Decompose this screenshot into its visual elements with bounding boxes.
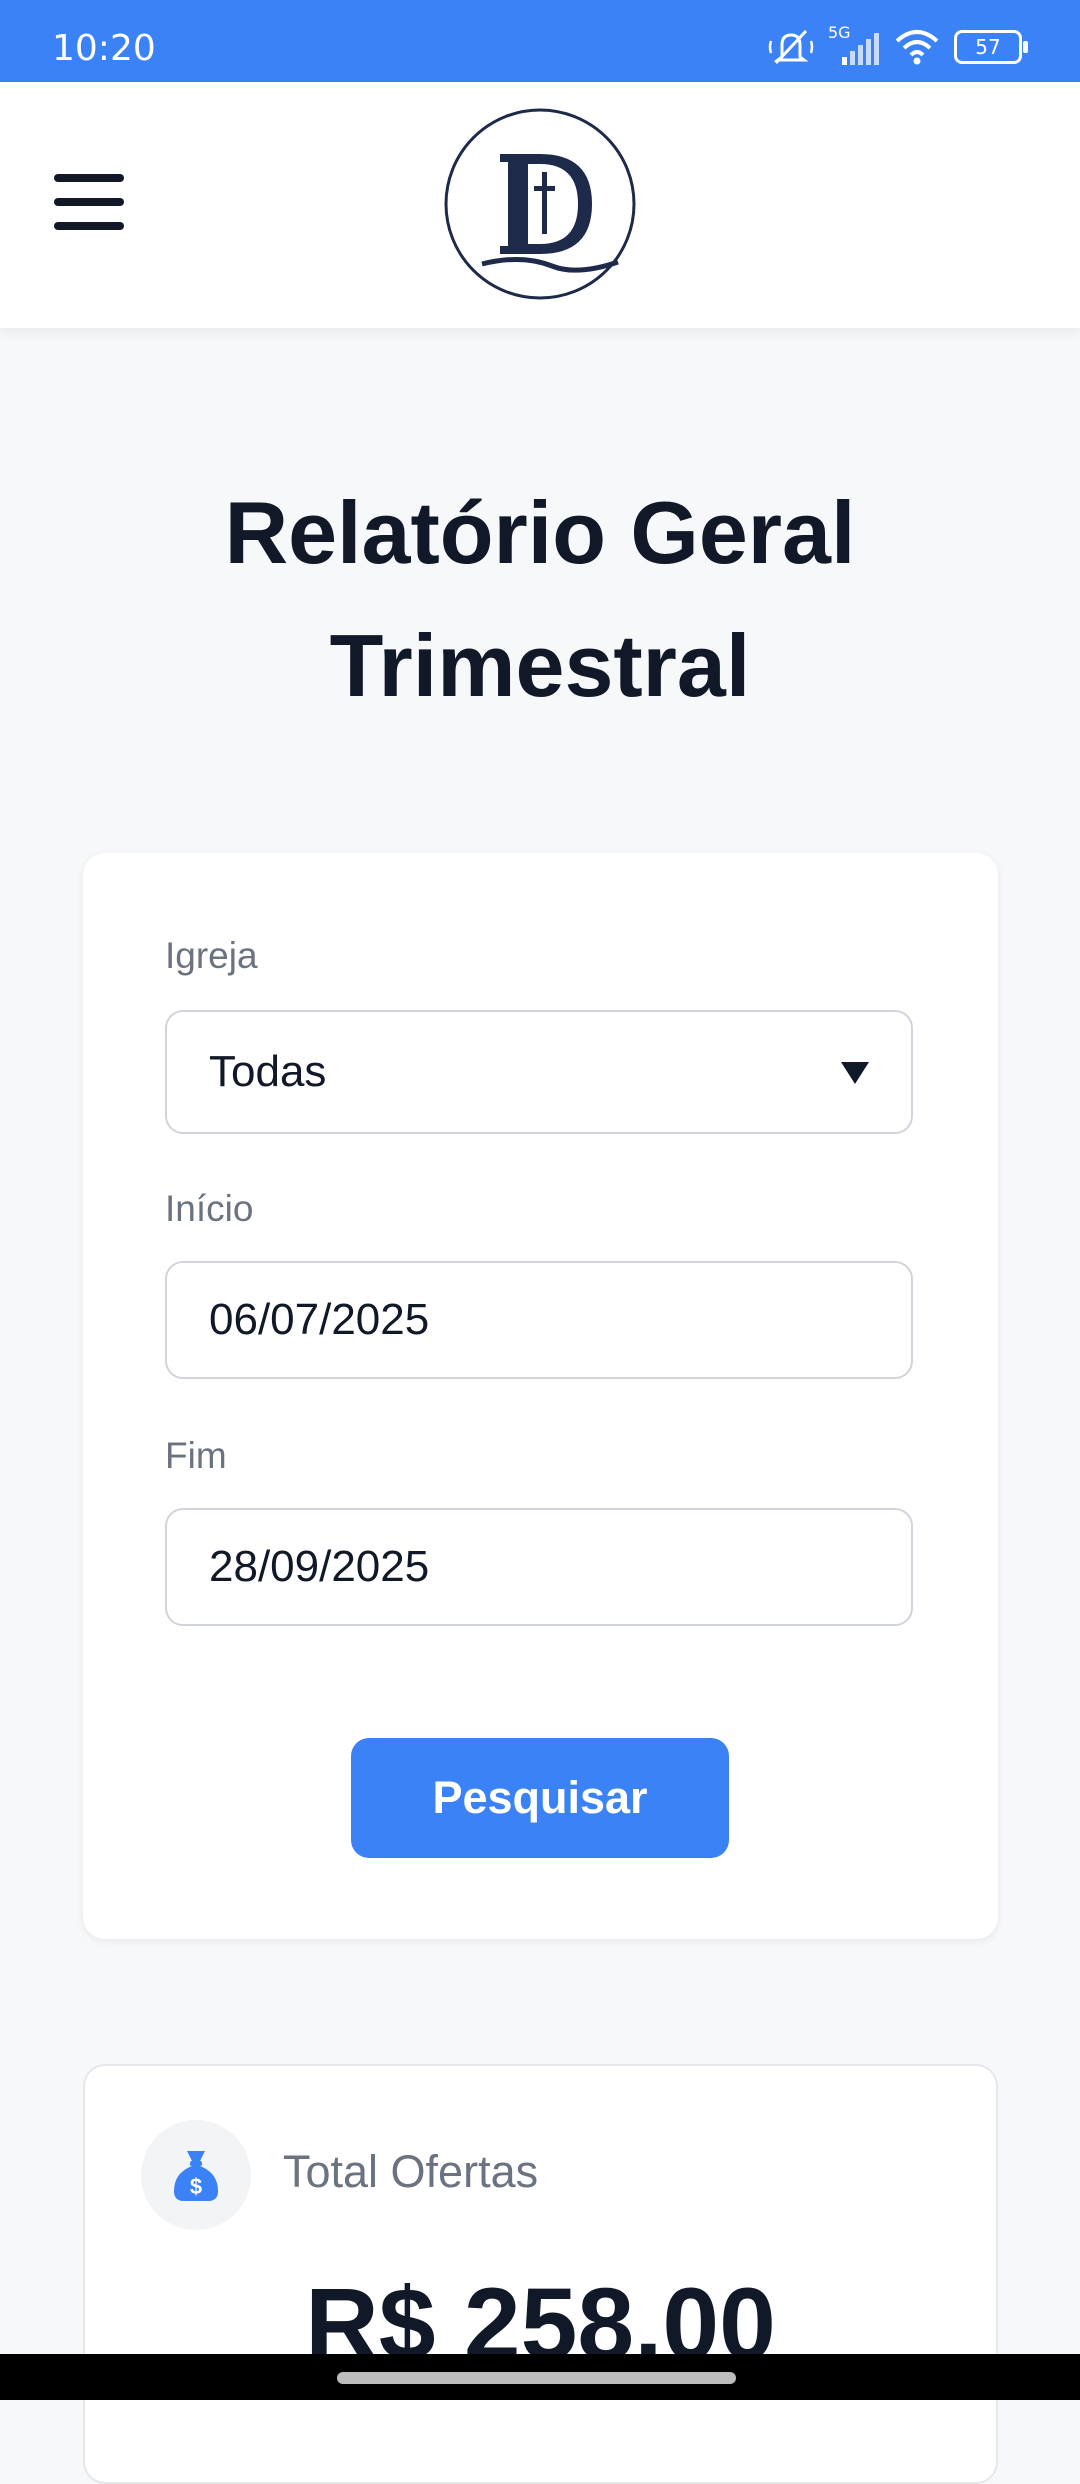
page-title-line-1: Relatório Geral <box>224 483 856 582</box>
wifi-icon <box>895 30 939 65</box>
svg-text:$: $ <box>190 2174 202 2199</box>
mute-icon <box>768 29 814 65</box>
search-button[interactable]: Pesquisar <box>351 1738 729 1858</box>
filter-card: Igreja Todas Início 06/07/2025 Fim 28/09… <box>83 853 998 1939</box>
page-title-line-2: Trimestral <box>329 616 751 715</box>
status-time: 10:20 <box>52 28 156 69</box>
page-title: Relatório Geral Trimestral <box>90 466 990 732</box>
money-bag-icon: $ <box>174 2151 218 2201</box>
church-label: Igreja <box>165 935 258 976</box>
total-offerings-card: $ Total Ofertas R$ 258,00 <box>83 2064 998 2484</box>
app-header <box>0 82 1080 328</box>
home-gesture-handle[interactable] <box>337 2372 736 2384</box>
start-date-value: 06/07/2025 <box>209 1295 430 1344</box>
status-bar: 10:20 5G 57 <box>0 0 1080 82</box>
end-date-input[interactable]: 28/09/2025 <box>165 1508 913 1626</box>
hamburger-menu-icon[interactable] <box>54 174 124 230</box>
end-date-label: Fim <box>165 1435 227 1476</box>
dropdown-arrow-icon <box>841 1062 869 1084</box>
start-date-label: Início <box>165 1188 254 1229</box>
signal-icon: 5G <box>828 23 880 67</box>
church-logo-icon <box>444 108 636 300</box>
total-offerings-label: Total Ofertas <box>283 2146 539 2197</box>
end-date-value: 28/09/2025 <box>209 1542 430 1591</box>
battery-icon: 57 <box>954 30 1028 64</box>
money-bag-icon-container: $ <box>141 2120 251 2230</box>
system-navigation-bar <box>0 2354 1080 2400</box>
status-icons: 5G 57 <box>768 23 1028 68</box>
church-select-value: Todas <box>209 1047 327 1096</box>
start-date-input[interactable]: 06/07/2025 <box>165 1261 913 1379</box>
church-select[interactable]: Todas <box>165 1010 913 1134</box>
battery-level: 57 <box>975 35 1001 59</box>
